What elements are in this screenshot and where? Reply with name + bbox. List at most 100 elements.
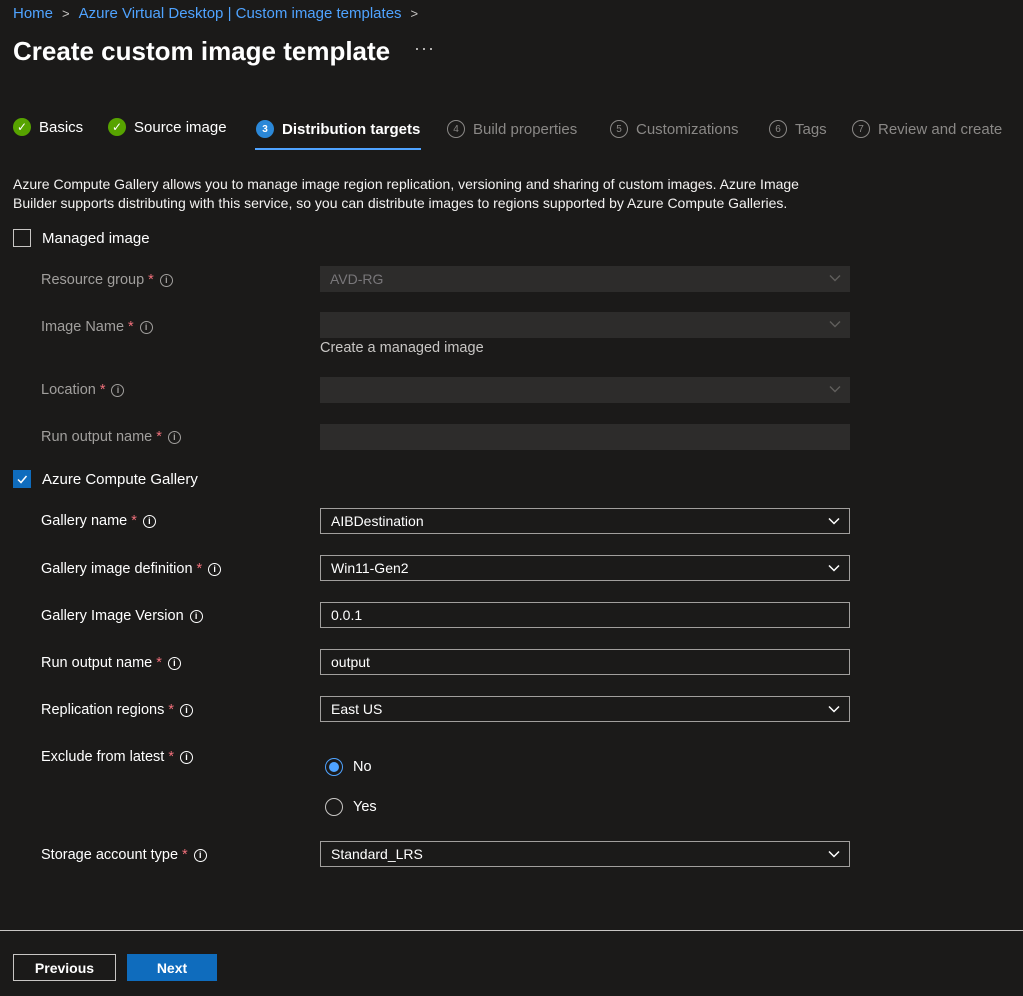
info-icon[interactable]: i	[142, 514, 156, 528]
info-icon[interactable]: i	[139, 320, 153, 334]
storage-account-type-dropdown[interactable]: Standard_LRS	[320, 841, 850, 867]
tab-source-image[interactable]: ✓ Source image	[108, 118, 227, 136]
image-name-dropdown[interactable]	[320, 312, 850, 338]
breadcrumb-home-link[interactable]: Home	[13, 5, 53, 22]
required-marker: *	[156, 655, 162, 671]
chevron-down-icon	[828, 564, 840, 572]
tab-label: Customizations	[636, 120, 739, 138]
dropdown-value: Win11-Gen2	[331, 560, 409, 576]
required-marker: *	[131, 513, 137, 529]
tab-customizations[interactable]: 5 Customizations	[610, 120, 739, 138]
chevron-down-icon	[829, 321, 841, 328]
required-marker: *	[128, 319, 134, 335]
gallery-image-definition-dropdown[interactable]: Win11-Gen2	[320, 555, 850, 581]
input-value: output	[331, 654, 370, 670]
location-label: Location * i	[41, 382, 125, 398]
storage-account-type-label: Storage account type * i	[41, 847, 207, 863]
radio-button[interactable]	[325, 758, 343, 776]
tab-review-and-create[interactable]: 7 Review and create	[852, 120, 1002, 138]
required-marker: *	[148, 272, 154, 288]
tab-build-properties[interactable]: 4 Build properties	[447, 120, 577, 138]
managed-image-label: Managed image	[42, 229, 150, 247]
footer-divider	[0, 930, 1023, 931]
active-tab-indicator	[255, 148, 421, 150]
chevron-down-icon	[829, 386, 841, 393]
info-icon[interactable]: i	[111, 383, 125, 397]
replication-regions-label: Replication regions * i	[41, 702, 193, 718]
resource-group-dropdown[interactable]: AVD-RG	[320, 266, 850, 292]
gallery-image-version-label: Gallery Image Version i	[41, 608, 203, 624]
radio-label: Yes	[353, 799, 377, 815]
input-value: 0.0.1	[331, 607, 363, 623]
radio-option-yes[interactable]: Yes	[325, 798, 377, 816]
tab-basics[interactable]: ✓ Basics	[13, 118, 83, 136]
compute-gallery-checkbox-row[interactable]: Azure Compute Gallery	[13, 470, 198, 488]
wizard-steps: ✓ Basics ✓ Source image 3 Distribution t…	[0, 112, 1023, 152]
breadcrumb: Home > Azure Virtual Desktop | Custom im…	[13, 5, 427, 22]
checkmark-icon	[17, 475, 28, 484]
required-marker: *	[168, 749, 174, 765]
next-button[interactable]: Next	[127, 954, 217, 981]
resource-group-label: Resource group * i	[41, 272, 173, 288]
info-icon[interactable]: i	[193, 848, 207, 862]
tab-tags[interactable]: 6 Tags	[769, 120, 827, 138]
required-marker: *	[168, 702, 174, 718]
checkmark-icon: ✓	[108, 118, 126, 136]
breadcrumb-parent-link[interactable]: Azure Virtual Desktop | Custom image tem…	[79, 5, 402, 22]
tab-label: Build properties	[473, 120, 578, 138]
step-number-icon: 7	[852, 120, 870, 138]
info-icon[interactable]: i	[208, 562, 222, 576]
replication-regions-dropdown[interactable]: East US	[320, 696, 850, 722]
required-marker: *	[196, 561, 203, 577]
chevron-down-icon	[829, 275, 841, 282]
chevron-down-icon	[828, 517, 840, 525]
dropdown-value: East US	[331, 701, 383, 717]
required-marker: *	[99, 382, 106, 398]
dropdown-value: AIBDestination	[331, 513, 424, 529]
run-output-name-input[interactable]: output	[320, 649, 850, 675]
chevron-down-icon	[828, 705, 840, 713]
info-icon[interactable]: i	[167, 656, 181, 670]
dropdown-value: Standard_LRS	[331, 846, 423, 862]
create-managed-image-hint: Create a managed image	[320, 340, 484, 356]
chevron-right-icon: >	[410, 6, 419, 21]
gallery-name-label: Gallery name * i	[41, 513, 156, 529]
info-icon[interactable]: i	[159, 273, 173, 287]
section-description: Azure Compute Gallery allows you to mana…	[13, 176, 799, 211]
required-marker: *	[182, 847, 188, 863]
gallery-image-definition-label: Gallery image definition * i	[41, 561, 222, 577]
tab-label: Review and create	[878, 120, 1003, 138]
managed-image-checkbox-row[interactable]: Managed image	[13, 229, 150, 247]
managed-image-checkbox[interactable]	[13, 229, 31, 247]
page-title: Create custom image template	[13, 36, 391, 66]
tab-label: Distribution targets	[282, 120, 421, 138]
step-number-icon: 3	[256, 120, 274, 138]
step-number-icon: 4	[447, 120, 465, 138]
managed-run-output-name-input[interactable]	[320, 424, 850, 450]
tab-label: Basics	[39, 118, 84, 136]
step-number-icon: 6	[769, 120, 787, 138]
managed-run-output-name-label: Run output name * i	[41, 429, 181, 445]
gallery-name-dropdown[interactable]: AIBDestination	[320, 508, 850, 534]
radio-option-no[interactable]: No	[325, 758, 372, 776]
compute-gallery-checkbox[interactable]	[13, 470, 31, 488]
compute-gallery-label: Azure Compute Gallery	[42, 470, 198, 488]
previous-button[interactable]: Previous	[13, 954, 116, 981]
run-output-name-label: Run output name * i	[41, 655, 181, 671]
info-icon[interactable]: i	[189, 609, 203, 623]
more-options-icon[interactable]: ···	[414, 38, 435, 59]
location-dropdown[interactable]	[320, 377, 850, 403]
radio-label: No	[353, 759, 372, 775]
info-icon[interactable]: i	[179, 703, 193, 717]
gallery-image-version-input[interactable]: 0.0.1	[320, 602, 850, 628]
tab-distribution-targets[interactable]: 3 Distribution targets	[256, 120, 420, 138]
info-icon[interactable]: i	[179, 750, 193, 764]
info-icon[interactable]: i	[167, 430, 181, 444]
image-name-label: Image Name * i	[41, 319, 153, 335]
required-marker: *	[156, 429, 162, 445]
tab-label: Source image	[134, 118, 227, 136]
step-number-icon: 5	[610, 120, 628, 138]
radio-button[interactable]	[325, 798, 343, 816]
dropdown-value: AVD-RG	[330, 271, 384, 287]
checkmark-icon: ✓	[13, 118, 31, 136]
